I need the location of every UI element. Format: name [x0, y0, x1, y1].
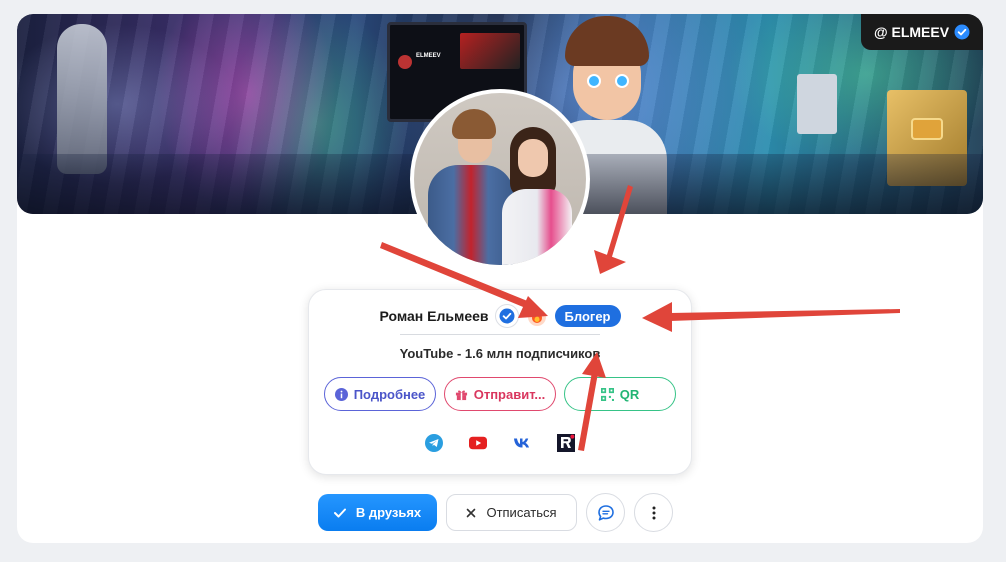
- unsubscribe-button[interactable]: Отписаться: [446, 494, 577, 531]
- more-label: Подробнее: [353, 386, 426, 402]
- youtube-icon[interactable]: [469, 434, 487, 452]
- send-gift-button[interactable]: Отправит...: [444, 377, 556, 411]
- info-icon: [334, 387, 348, 401]
- verified-badge[interactable]: [494, 304, 519, 328]
- subscriber-info: YouTube - 1.6 млн подписчиков: [399, 346, 601, 361]
- telegram-icon[interactable]: [425, 434, 443, 452]
- qr-icon: [600, 387, 614, 401]
- avatar[interactable]: [410, 89, 590, 269]
- verified-icon: [954, 24, 970, 40]
- friends-label: В друзьях: [355, 505, 422, 520]
- qr-label: QR: [619, 386, 640, 402]
- profile-name: Роман Ельмеев: [379, 308, 489, 324]
- handle-text: @ ELMEEV: [873, 24, 950, 40]
- friends-button[interactable]: В друзьях: [318, 494, 437, 531]
- rutube-icon[interactable]: [557, 434, 575, 452]
- name-row: Роман Ельмеев Блогер: [309, 303, 691, 329]
- kebab-icon: [652, 506, 655, 519]
- role-badge[interactable]: Блогер: [554, 305, 621, 327]
- more-options-button[interactable]: [634, 493, 673, 532]
- profile-action-row: В друзьях Отписаться: [318, 493, 673, 532]
- send-label: Отправит...: [473, 386, 546, 402]
- banner-silver-play-button: [797, 74, 837, 134]
- divider: [400, 334, 600, 335]
- qr-button[interactable]: QR: [564, 377, 676, 411]
- banner-channel-name: ELMEEV: [416, 53, 441, 59]
- message-button[interactable]: [586, 493, 625, 532]
- more-button[interactable]: Подробнее: [324, 377, 436, 411]
- close-icon: [467, 508, 476, 517]
- fire-icon[interactable]: [525, 304, 549, 328]
- chat-icon: [597, 504, 614, 521]
- verified-icon: [499, 308, 515, 324]
- check-icon: [333, 508, 346, 517]
- social-links: [309, 434, 691, 452]
- card-button-row: Подробнее Отправит... QR: [324, 377, 678, 411]
- banner-robot-figure: [57, 24, 107, 174]
- gift-icon: [455, 389, 467, 400]
- unsubscribe-label: Отписаться: [486, 505, 557, 520]
- profile-info-card: Роман Ельмеев Блогер YouTube - 1.6 млн п…: [308, 289, 692, 475]
- handle-tag[interactable]: @ ELMEEV: [861, 14, 983, 50]
- vk-icon[interactable]: [513, 434, 531, 452]
